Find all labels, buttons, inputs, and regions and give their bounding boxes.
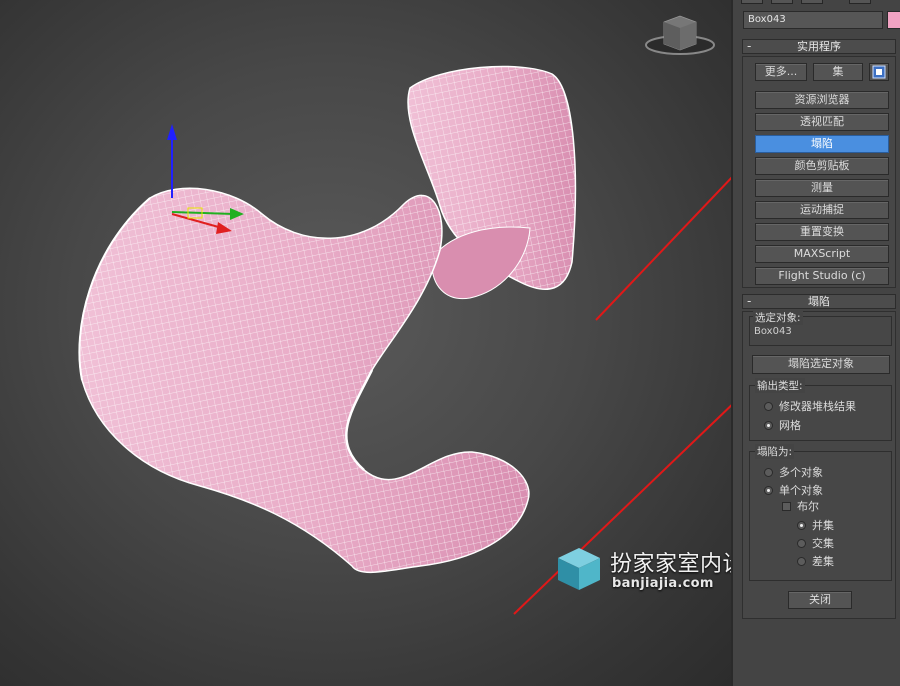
output-type-label: 输出类型: <box>755 378 805 393</box>
collapse-rollout-header[interactable]: - 塌陷 <box>742 294 896 309</box>
boolean-op-radio[interactable] <box>797 557 806 566</box>
collapse-to-option-label: 多个对象 <box>779 466 823 479</box>
watermark-logo-icon <box>558 548 600 590</box>
boolean-op-option-label: 并集 <box>812 519 834 532</box>
collapse-toggle-icon: - <box>747 39 752 53</box>
collapse-to-radio[interactable] <box>764 486 773 495</box>
chair-mesh[interactable] <box>78 65 577 574</box>
view-cube[interactable] <box>645 15 715 55</box>
boolean-label: 布尔 <box>797 500 819 513</box>
collapse-title: 塌陷 <box>808 295 830 308</box>
watermark-url: banjiajia.com <box>612 576 714 591</box>
utilities-rollout-body: 更多... 集 资源浏览器透视匹配塌陷颜色剪贴板测量运动捕捉重置变换 MAXScr… <box>742 56 896 288</box>
boolean-op-radio[interactable] <box>797 521 806 530</box>
boolean-op-option-label: 差集 <box>812 555 834 568</box>
utility-button[interactable]: Flight Studio (c) <box>755 267 889 285</box>
tab-hierarchy[interactable] <box>801 0 823 4</box>
watermark-title: 扮家家室内设计 <box>610 552 731 577</box>
utility-button[interactable]: 重置变换 <box>755 223 889 241</box>
utility-button[interactable]: 颜色剪贴板 <box>755 157 889 175</box>
collapse-to-radio[interactable] <box>764 468 773 477</box>
output-type-radio[interactable] <box>764 402 773 411</box>
close-button[interactable]: 关闭 <box>788 591 852 609</box>
utilities-title: 实用程序 <box>797 40 841 53</box>
command-panel: Box043 - 实用程序 更多... 集 资源浏览器 透视匹配 塌陷 颜色剪贴板 测量… <box>731 0 900 686</box>
tab-utilities[interactable] <box>849 0 871 4</box>
selected-object-value: Box043 <box>754 326 792 337</box>
object-name-field[interactable]: Box043 <box>743 11 883 29</box>
utility-button[interactable]: 测量 <box>755 179 889 197</box>
object-color-swatch[interactable] <box>887 11 900 29</box>
output-type-radio[interactable] <box>764 421 773 430</box>
utility-button[interactable]: MAXScript <box>755 245 889 263</box>
collapse-to-label: 塌陷为: <box>755 444 795 459</box>
boolean-op-radio[interactable] <box>797 539 806 548</box>
collapse-selected-button[interactable]: 塌陷选定对象 <box>752 355 890 374</box>
boolean-checkbox[interactable] <box>782 502 791 511</box>
more-button[interactable]: 更多... <box>755 63 807 81</box>
utility-button[interactable]: 资源浏览器 <box>755 91 889 109</box>
utilities-rollout-header[interactable]: - 实用程序 <box>742 39 896 54</box>
utility-button[interactable]: 透视匹配 <box>755 113 889 131</box>
utility-button[interactable]: 运动捕捉 <box>755 201 889 219</box>
collapse-toggle-icon: - <box>747 294 752 308</box>
tab-create[interactable] <box>741 0 763 4</box>
output-type-option-label: 修改器堆栈结果 <box>779 400 856 413</box>
utility-button[interactable]: 塌陷 <box>755 135 889 153</box>
configure-icon <box>872 65 886 79</box>
tab-modify[interactable] <box>771 0 793 4</box>
boolean-op-option-label: 交集 <box>812 537 834 550</box>
perspective-viewport[interactable]: 扮家家室内设计 banjiajia.com <box>0 0 731 686</box>
sets-button[interactable]: 集 <box>813 63 863 81</box>
collapse-to-option-label: 单个对象 <box>779 484 823 497</box>
configure-sets-button[interactable] <box>869 63 889 81</box>
selected-objects-label: 选定对象: <box>753 310 803 325</box>
output-type-option-label: 网格 <box>779 419 801 432</box>
